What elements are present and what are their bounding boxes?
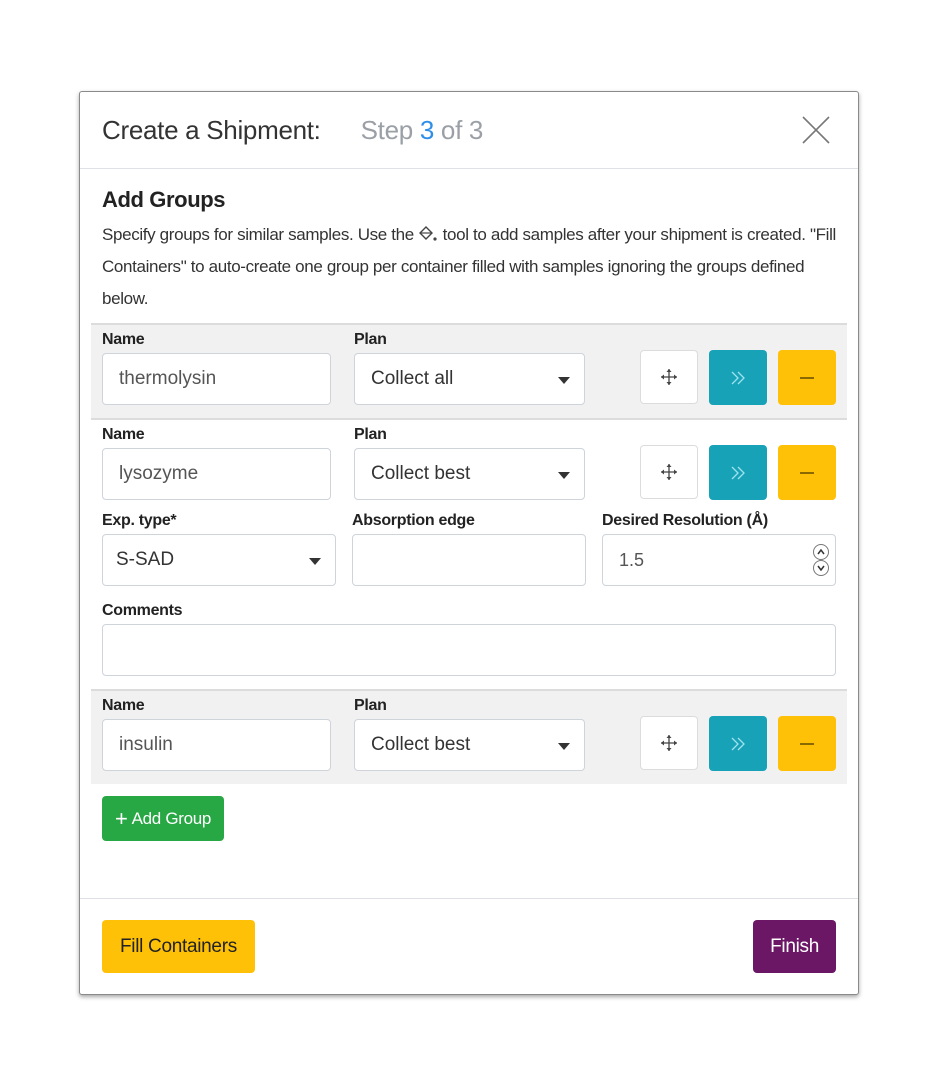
caret-down-icon — [558, 743, 570, 750]
add-group-label: Add Group — [131, 808, 212, 828]
group-name-input[interactable]: lysozyme — [102, 448, 331, 500]
move-button[interactable] — [640, 350, 698, 404]
plan-select[interactable]: Collect best — [354, 719, 585, 771]
name-label: Name — [102, 697, 145, 714]
name-label: Name — [102, 426, 145, 443]
group-row: Name insulin Plan Collect best — [91, 689, 847, 784]
expand-button[interactable] — [709, 350, 767, 405]
close-icon — [802, 116, 830, 144]
plan-value: Collect all — [371, 368, 454, 389]
expand-button[interactable] — [709, 445, 767, 500]
caret-down-icon — [309, 558, 321, 565]
exp-type-value: S-SAD — [116, 549, 175, 570]
group-name-input[interactable]: thermolysin — [102, 353, 331, 405]
minus-icon — [800, 376, 814, 379]
create-shipment-modal: Create a Shipment: Step 3 of 3 Add Group… — [79, 91, 859, 995]
move-icon — [661, 369, 677, 385]
expand-button[interactable] — [709, 716, 767, 771]
close-button[interactable] — [800, 114, 832, 146]
chevron-double-right-icon — [731, 737, 745, 750]
desired-resolution-label: Desired Resolution (Å) — [602, 512, 768, 529]
desc-text-1: Specify groups for similar samples. Use … — [102, 225, 419, 244]
modal-body: Add Groups Specify groups for similar sa… — [80, 169, 858, 841]
modal-footer: Fill Containers Finish — [80, 898, 858, 994]
plan-select[interactable]: Collect all — [354, 353, 585, 405]
number-spinner[interactable] — [813, 544, 829, 576]
plus-icon: + — [115, 805, 128, 831]
section-description: Specify groups for similar samples. Use … — [102, 219, 836, 315]
group-row-expanded: Name lysozyme Plan Collect best Exp. typ… — [91, 418, 847, 689]
caret-down-icon — [558, 472, 570, 479]
plan-value: Collect best — [371, 734, 471, 755]
minus-icon — [800, 471, 814, 474]
plan-label: Plan — [354, 331, 387, 348]
absorption-edge-input[interactable] — [352, 534, 586, 586]
exp-type-select[interactable]: S-SAD — [102, 534, 336, 586]
desired-resolution-value: 1.5 — [619, 549, 645, 570]
modal-title: Create a Shipment: — [102, 114, 321, 145]
section-title: Add Groups — [102, 187, 226, 212]
chevron-double-right-icon — [731, 371, 745, 384]
chevron-double-right-icon — [731, 466, 745, 479]
fill-containers-button[interactable]: Fill Containers — [102, 920, 255, 973]
move-icon — [661, 735, 677, 751]
move-button[interactable] — [640, 445, 698, 499]
minus-icon — [800, 742, 814, 745]
decrement-icon[interactable] — [813, 560, 829, 576]
increment-icon[interactable] — [813, 544, 829, 560]
modal-header: Create a Shipment: Step 3 of 3 — [80, 92, 858, 169]
step-indicator: Step 3 of 3 — [360, 114, 484, 146]
plan-label: Plan — [354, 697, 387, 714]
caret-down-icon — [558, 377, 570, 384]
comments-input[interactable] — [102, 624, 836, 676]
plan-label: Plan — [354, 426, 387, 443]
remove-button[interactable] — [778, 445, 836, 500]
absorption-edge-label: Absorption edge — [352, 512, 475, 529]
remove-button[interactable] — [778, 350, 836, 405]
plan-select[interactable]: Collect best — [354, 448, 585, 500]
move-icon — [661, 464, 677, 480]
comments-label: Comments — [102, 602, 183, 619]
plan-value: Collect best — [371, 463, 471, 484]
step-current: 3 — [419, 114, 434, 145]
finish-button[interactable]: Finish — [753, 920, 836, 973]
group-name-input[interactable]: insulin — [102, 719, 331, 771]
move-button[interactable] — [640, 716, 698, 770]
step-prefix: Step — [360, 114, 420, 145]
exp-type-label: Exp. type* — [102, 512, 177, 529]
name-label: Name — [102, 331, 145, 348]
add-group-button[interactable]: + Add Group — [102, 796, 225, 841]
desired-resolution-input[interactable]: 1.5 — [602, 534, 836, 586]
group-row: Name thermolysin Plan Collect all — [91, 323, 847, 418]
fill-bucket-icon — [418, 222, 438, 241]
step-total: of 3 — [434, 114, 484, 145]
remove-button[interactable] — [778, 716, 836, 771]
